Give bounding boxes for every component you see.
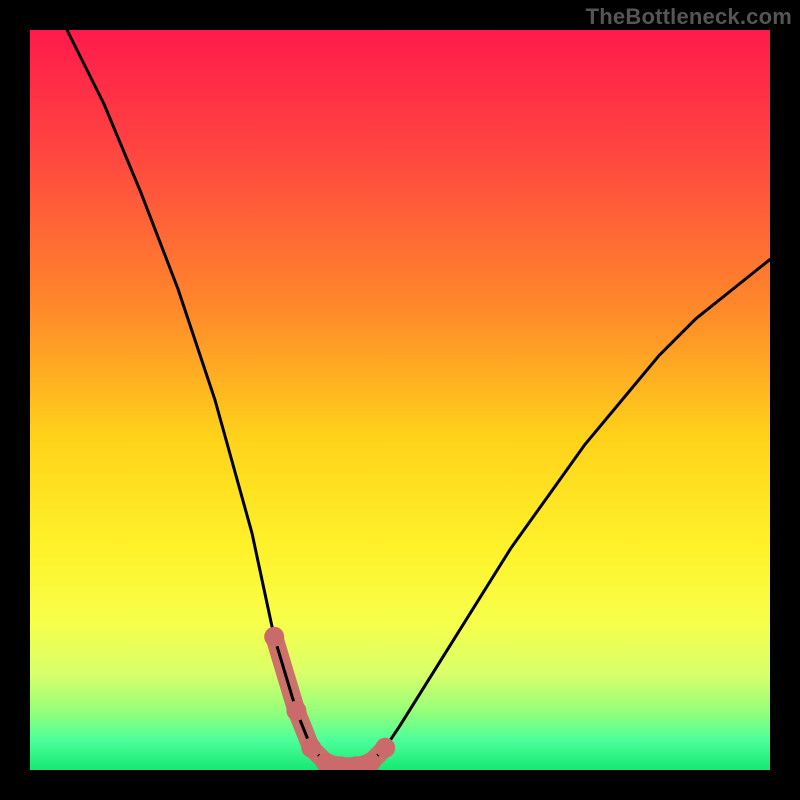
trough-dot <box>375 738 395 758</box>
watermark-text: TheBottleneck.com <box>586 4 792 30</box>
bottleneck-curve <box>67 30 770 766</box>
trough-dot <box>301 738 321 758</box>
trough-dot <box>286 701 306 721</box>
trough-highlight <box>274 637 385 767</box>
trough-dot <box>264 627 284 647</box>
plot-area <box>30 30 770 770</box>
outer-frame: TheBottleneck.com <box>0 0 800 800</box>
curve-layer <box>30 30 770 770</box>
